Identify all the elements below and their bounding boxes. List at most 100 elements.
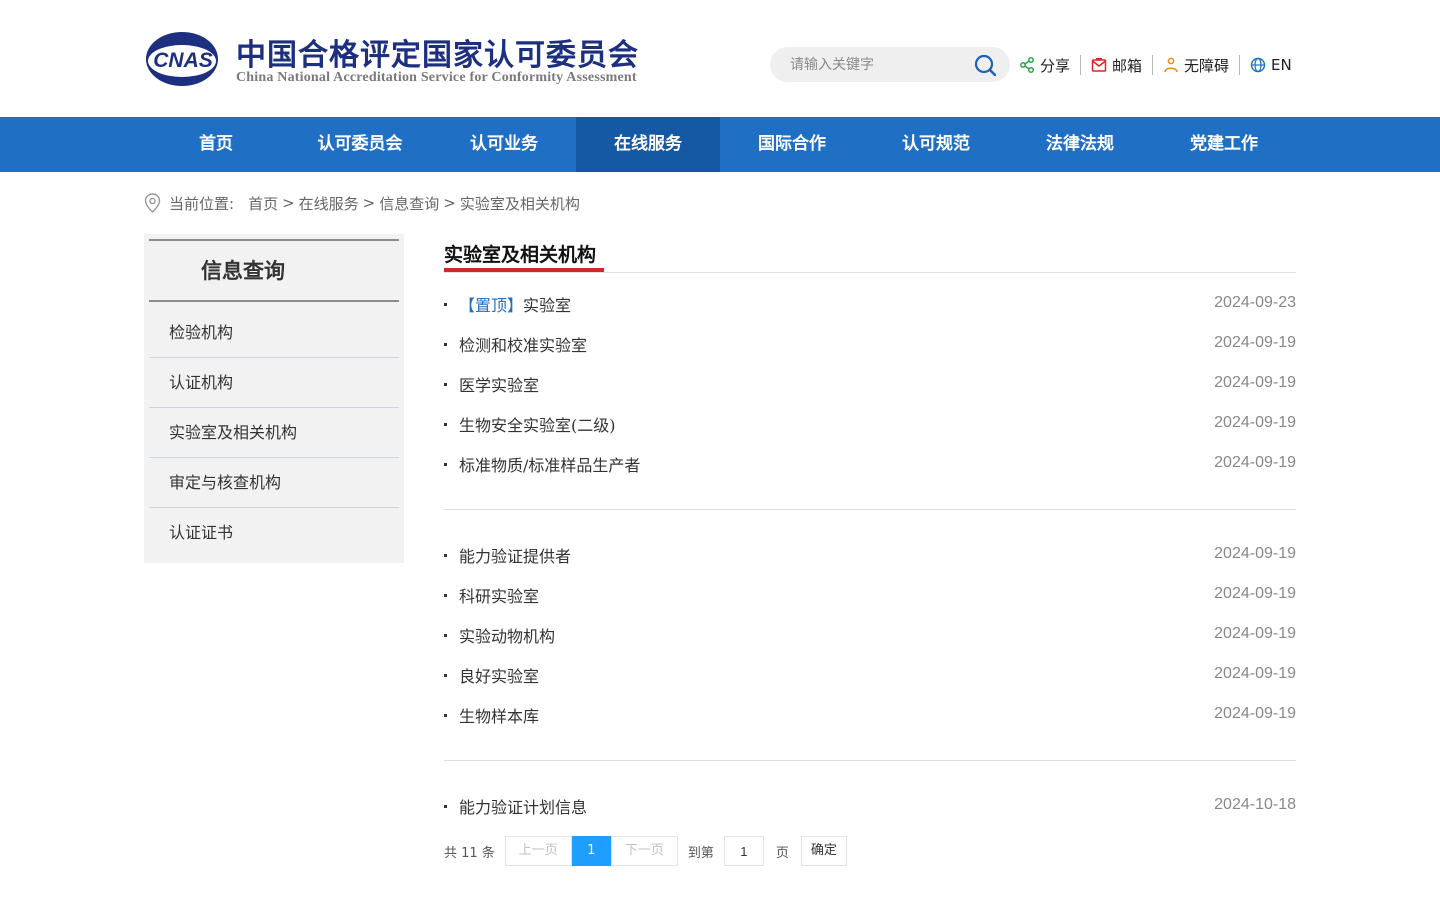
list-group: 【置顶】实验室 2024-09-23 检测和校准实验室 2024-09-19 医… (444, 284, 1296, 484)
bullet (444, 554, 447, 557)
breadcrumb-separator: > (443, 194, 456, 212)
title-divider (444, 272, 1296, 273)
tool-divider (1080, 55, 1082, 75)
nav-item-home[interactable]: 首页 (144, 117, 288, 172)
pagination-confirm-button[interactable]: 确定 (800, 836, 847, 866)
pagination-next-button[interactable]: 下一页 (610, 836, 678, 866)
list-item-title: 能力验证计划信息 (459, 798, 588, 817)
list-item-date: 2024-09-19 (1214, 545, 1296, 562)
list-item-date: 2024-09-19 (1214, 665, 1296, 682)
nav-item-laws[interactable]: 法律法规 (1008, 117, 1152, 172)
list-item[interactable]: 检测和校准实验室 2024-09-19 (444, 324, 1296, 364)
bullet (444, 805, 447, 808)
list-item-title: 【置顶】实验室 (459, 292, 571, 316)
list-item[interactable]: 医学实验室 2024-09-19 (444, 364, 1296, 404)
list-item[interactable]: 科研实验室 2024-09-19 (444, 575, 1296, 615)
sidebar-item-validation[interactable]: 审定与核查机构 (149, 458, 399, 508)
list-item[interactable]: 实验动物机构 2024-09-19 (444, 615, 1296, 655)
sidebar-item-inspection[interactable]: 检验机构 (149, 308, 399, 358)
mail-icon (1091, 58, 1107, 72)
breadcrumb-online-services[interactable]: 在线服务 (299, 193, 359, 214)
pagination-goto-prefix: 到第 (687, 845, 714, 861)
pagination: 共 11 条 上一页 1 下一页 到第 页 确定 (444, 836, 847, 866)
location-pin-icon (144, 193, 161, 213)
share-icon (1020, 57, 1034, 73)
share-link[interactable]: 分享 (1019, 54, 1070, 76)
main-nav: 首页 认可委员会 认可业务 在线服务 国际合作 认可规范 法律法规 党建工作 (0, 117, 1440, 172)
search-button[interactable] (974, 54, 998, 77)
bullet (444, 674, 447, 677)
bullet (444, 634, 447, 637)
list-item-title: 实验动物机构 (459, 627, 556, 646)
pagination-goto-input[interactable] (723, 836, 764, 866)
list-item-date: 2024-10-18 (1214, 796, 1296, 813)
nav-item-international[interactable]: 国际合作 (720, 117, 864, 172)
share-label: 分享 (1040, 56, 1071, 75)
list-item[interactable]: 生物安全实验室(二级) 2024-09-19 (444, 404, 1296, 444)
nav-item-committee[interactable]: 认可委员会 (288, 117, 432, 172)
list-item-title: 医学实验室 (459, 376, 540, 395)
bullet (444, 594, 447, 597)
breadcrumb-home[interactable]: 首页 (248, 193, 278, 214)
search-input[interactable] (790, 47, 970, 82)
accessibility-label: 无障碍 (1184, 56, 1230, 75)
bullet (444, 423, 447, 426)
search-box (770, 47, 1010, 82)
pagination-prev-button[interactable]: 上一页 (504, 836, 572, 866)
search-icon (974, 54, 997, 77)
nav-item-specifications[interactable]: 认可规范 (864, 117, 1008, 172)
list-item[interactable]: 生物样本库 2024-09-19 (444, 695, 1296, 735)
list-item-date: 2024-09-19 (1214, 454, 1296, 471)
list-item[interactable]: 良好实验室 2024-09-19 (444, 655, 1296, 695)
nav-item-online-services[interactable]: 在线服务 (576, 117, 720, 172)
accessibility-icon (1164, 57, 1178, 73)
list-group: 能力验证计划信息 2024-10-18 (444, 786, 1296, 826)
logo-english-name: China National Accreditation Service for… (236, 70, 637, 85)
list-item[interactable]: 【置顶】实验室 2024-09-23 (444, 284, 1296, 324)
list-item[interactable]: 能力验证提供者 2024-09-19 (444, 535, 1296, 575)
breadcrumb-info-query[interactable]: 信息查询 (379, 193, 439, 214)
nav-item-accreditation[interactable]: 认可业务 (432, 117, 576, 172)
tool-divider (1152, 55, 1154, 75)
pinned-tag: 【置顶】 (459, 296, 524, 315)
nav-item-party-building[interactable]: 党建工作 (1152, 117, 1296, 172)
list-item[interactable]: 能力验证计划信息 2024-10-18 (444, 786, 1296, 826)
list-item-text: 实验室 (523, 296, 572, 315)
list-item-title: 检测和校准实验室 (459, 336, 588, 355)
english-label: EN (1271, 56, 1292, 74)
list-item-date: 2024-09-19 (1214, 585, 1296, 602)
logo-chinese-name: 中国合格评定国家认可委员会 (236, 38, 639, 73)
breadcrumb: 当前位置: 首页 > 在线服务 > 信息查询 > 实验室及相关机构 (144, 192, 580, 214)
site-logo[interactable]: CNAS 中国合格评定国家认可委员会 China National Accred… (144, 28, 664, 90)
list-item[interactable]: 标准物质/标准样品生产者 2024-09-19 (444, 444, 1296, 484)
sidebar-item-certificates[interactable]: 认证证书 (149, 508, 399, 558)
logo-mark-text: CNAS (153, 49, 213, 72)
list-item-date: 2024-09-19 (1214, 334, 1296, 351)
list-item-date: 2024-09-19 (1214, 705, 1296, 722)
tool-divider (1239, 55, 1241, 75)
sidebar-item-certification[interactable]: 认证机构 (149, 358, 399, 408)
breadcrumb-current[interactable]: 实验室及相关机构 (460, 193, 580, 214)
mail-label: 邮箱 (1112, 56, 1143, 75)
sidebar: 信息查询 检验机构 认证机构 实验室及相关机构 审定与核查机构 认证证书 (144, 234, 404, 563)
list-item-date: 2024-09-19 (1214, 625, 1296, 642)
header-tools: 分享 邮箱 无障碍 EN (1019, 54, 1292, 76)
sidebar-item-laboratories[interactable]: 实验室及相关机构 (149, 408, 399, 458)
list-item-title: 能力验证提供者 (459, 547, 572, 566)
bullet (444, 303, 447, 306)
bullet (444, 343, 447, 346)
bullet (444, 714, 447, 717)
english-link[interactable]: EN (1250, 54, 1292, 76)
group-divider (444, 760, 1296, 761)
list-item-title: 生物安全实验室(二级) (459, 416, 616, 435)
accessibility-link[interactable]: 无障碍 (1163, 54, 1229, 76)
group-divider (444, 509, 1296, 510)
list-group: 能力验证提供者 2024-09-19 科研实验室 2024-09-19 实验动物… (444, 535, 1296, 735)
site-header: CNAS 中国合格评定国家认可委员会 China National Accred… (0, 0, 1440, 117)
list-item-title: 标准物质/标准样品生产者 (459, 456, 641, 475)
pagination-page-1[interactable]: 1 (571, 836, 611, 866)
mail-link[interactable]: 邮箱 (1091, 54, 1142, 76)
sidebar-title: 信息查询 (149, 239, 399, 302)
breadcrumb-prefix: 当前位置: (169, 194, 235, 213)
cnas-logo-icon: CNAS (146, 32, 218, 86)
